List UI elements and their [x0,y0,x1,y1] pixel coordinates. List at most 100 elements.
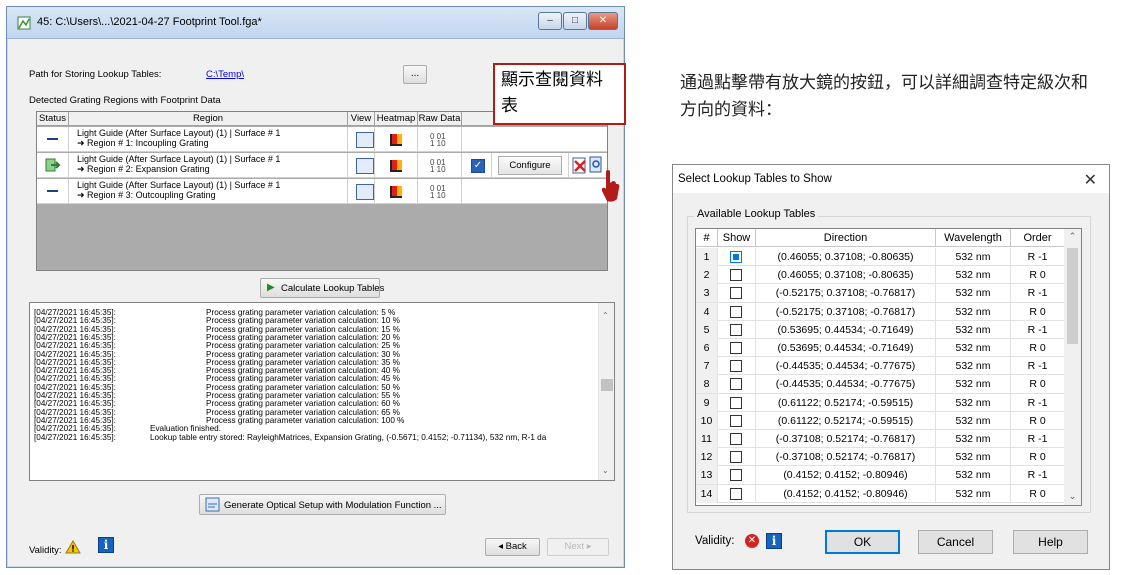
table-row[interactable]: 14 (0.4152; 0.4152; -0.80946) 532 nm R 0 [696,484,1065,503]
order-cell: R 0 [1011,339,1065,357]
scroll-thumb[interactable] [601,379,613,391]
direction-cell: (0.46055; 0.37108; -0.80635) [756,248,936,266]
wavelength-cell: 532 nm [936,466,1011,485]
show-checkbox[interactable] [730,487,742,500]
show-checkbox[interactable] [730,414,742,427]
table-row[interactable]: 11 (-0.37108; 0.52174; -0.76817) 532 nm R -… [696,430,1065,449]
path-link[interactable]: C:\Temp\ [206,69,244,80]
row-number: 13 [696,466,718,485]
show-cell [718,284,756,303]
table-row[interactable]: 8 (-0.44535; 0.44534; -0.77675) 532 nm R 0 [696,375,1065,394]
show-checkbox[interactable] [730,305,742,318]
heatmap-icon[interactable] [390,160,402,172]
calculate-lookup-tables-button[interactable]: ▶ Calculate Lookup Tables [260,278,384,298]
show-checkbox[interactable] [730,342,742,354]
show-checkbox[interactable] [730,433,742,445]
minimize-button[interactable]: – [538,12,562,30]
show-checkbox[interactable] [730,269,742,282]
view-icon[interactable] [356,158,374,174]
scroll-thumb[interactable] [1067,248,1078,344]
table-row[interactable]: 10 (0.61122; 0.52174; -0.59515) 532 nm R 0 [696,411,1065,430]
heatmap-icon[interactable] [390,186,402,198]
cancel-button[interactable]: Cancel [918,530,993,554]
direction-cell: (0.4152; 0.4152; -0.80946) [756,484,936,503]
dialog-title-bar[interactable]: Select Lookup Tables to Show ✕ [673,165,1109,193]
order-cell: R 0 [1011,302,1065,321]
region-name-text: ➜ Region # 2: Expansion Grating [77,163,210,174]
direction-cell: (0.61122; 0.52174; -0.59515) [756,393,936,412]
wavelength-cell: 532 nm [936,411,1011,430]
wavelength-cell: 532 nm [936,266,1011,285]
header-show: Show [718,229,756,247]
close-button[interactable]: ✕ [588,12,618,30]
row-number: 5 [696,320,718,339]
delete-table-icon[interactable] [572,157,588,174]
ok-button[interactable]: OK [825,530,900,554]
wavelength-cell: 532 nm [936,393,1011,412]
log-scrollbar[interactable]: ⌃ ⌄ [598,303,614,480]
region-cell: Light Guide (After Surface Layout) (1) |… [69,179,348,204]
show-checkbox[interactable] [730,251,742,263]
show-checkbox[interactable] [730,469,742,482]
table-row[interactable]: Light Guide (After Surface Layout) (1) |… [37,127,607,152]
show-checkbox[interactable] [730,323,742,336]
header-view: View [348,112,375,126]
table-row[interactable]: Light Guide (After Surface Layout) (1) |… [37,179,607,204]
raw-data-icon[interactable]: 0 01 1 10 [430,159,446,174]
dialog-close-icon[interactable]: ✕ [1084,170,1097,190]
browse-button[interactable]: ... [403,65,427,84]
status-none-icon [47,138,58,140]
scroll-down-icon[interactable]: ⌄ [602,466,609,475]
heatmap-icon[interactable] [390,134,402,146]
generate-optical-setup-button[interactable]: Generate Optical Setup with Modulation F… [199,494,446,515]
wavelength-cell: 532 nm [936,339,1011,357]
play-icon: ▶ [267,282,275,293]
back-button[interactable]: ◂ Back [485,538,540,556]
show-checkbox[interactable] [730,287,742,300]
view-icon[interactable] [356,184,374,200]
table-row[interactable]: 12 (-0.37108; 0.52174; -0.76817) 532 nm R 0 [696,448,1065,467]
header-wavelength: Wavelength [936,229,1011,247]
scroll-down-icon[interactable]: ⌄ [1064,491,1081,502]
log-output[interactable]: [04/27/2021 16:45:35]: Process grating pa… [29,302,615,481]
table-row[interactable]: 4 (-0.52175; 0.37108; -0.76817) 532 nm R 0 [696,302,1065,321]
header-raw-data: Raw Data [418,112,462,126]
info-icon[interactable]: i [98,537,114,553]
order-cell: R -1 [1011,393,1065,412]
wavelength-cell: 532 nm [936,284,1011,303]
warning-icon [65,540,81,554]
show-checkbox[interactable] [730,396,742,409]
show-checkbox[interactable] [730,360,742,373]
show-checkbox[interactable] [730,378,742,391]
table-row[interactable]: Light Guide (After Surface Layout) (1) |… [37,153,607,178]
table-row[interactable]: 1 (0.46055; 0.37108; -0.80635) 532 nm R -1 [696,248,1065,267]
next-button[interactable]: Next ▸ [547,538,609,556]
help-button[interactable]: Help [1013,530,1088,554]
configure-button[interactable]: Configure [498,156,562,175]
row-number: 4 [696,302,718,321]
wavelength-cell: 532 nm [936,448,1011,467]
grid-scrollbar[interactable]: ⌃ ⌄ [1064,229,1081,505]
order-cell: R 0 [1011,484,1065,503]
dialog-info-icon[interactable]: i [766,533,782,549]
table-row[interactable]: 7 (-0.44535; 0.44534; -0.77675) 532 nm R -1 [696,357,1065,376]
table-row[interactable]: 5 (0.53695; 0.44534; -0.71649) 532 nm R -1 [696,320,1065,339]
view-icon[interactable] [356,132,374,148]
table-row[interactable]: 9 (0.61122; 0.52174; -0.59515) 532 nm R -1 [696,393,1065,412]
table-row[interactable]: 3 (-0.52175; 0.37108; -0.76817) 532 nm R -1 [696,284,1065,303]
order-cell: R 0 [1011,411,1065,430]
table-row[interactable]: 6 (0.53695; 0.44534; -0.71649) 532 nm R 0 [696,339,1065,358]
raw-data-icon[interactable]: 0 01 1 10 [430,185,446,200]
explanation-text: 通過點擊帶有放大鏡的按鈕，可以詳細調查特定級次和方向的資料： [680,73,1088,120]
table-row[interactable]: 13 (0.4152; 0.4152; -0.80946) 532 nm R -1 [696,466,1065,485]
maximize-button[interactable]: □ [563,12,587,30]
title-bar[interactable]: 45: C:\Users\...\2021-04-27 Footprint To… [7,7,624,39]
enabled-checkbox[interactable]: ✓ [471,159,485,173]
order-cell: R -1 [1011,466,1065,485]
show-checkbox[interactable] [730,451,742,464]
scroll-up-icon[interactable]: ⌃ [602,311,609,320]
scroll-up-icon[interactable]: ⌃ [1064,231,1081,242]
raw-data-icon[interactable]: 0 01 1 10 [430,133,446,148]
table-row[interactable]: 2 (0.46055; 0.37108; -0.80635) 532 nm R 0 [696,266,1065,285]
row-number: 11 [696,430,718,448]
